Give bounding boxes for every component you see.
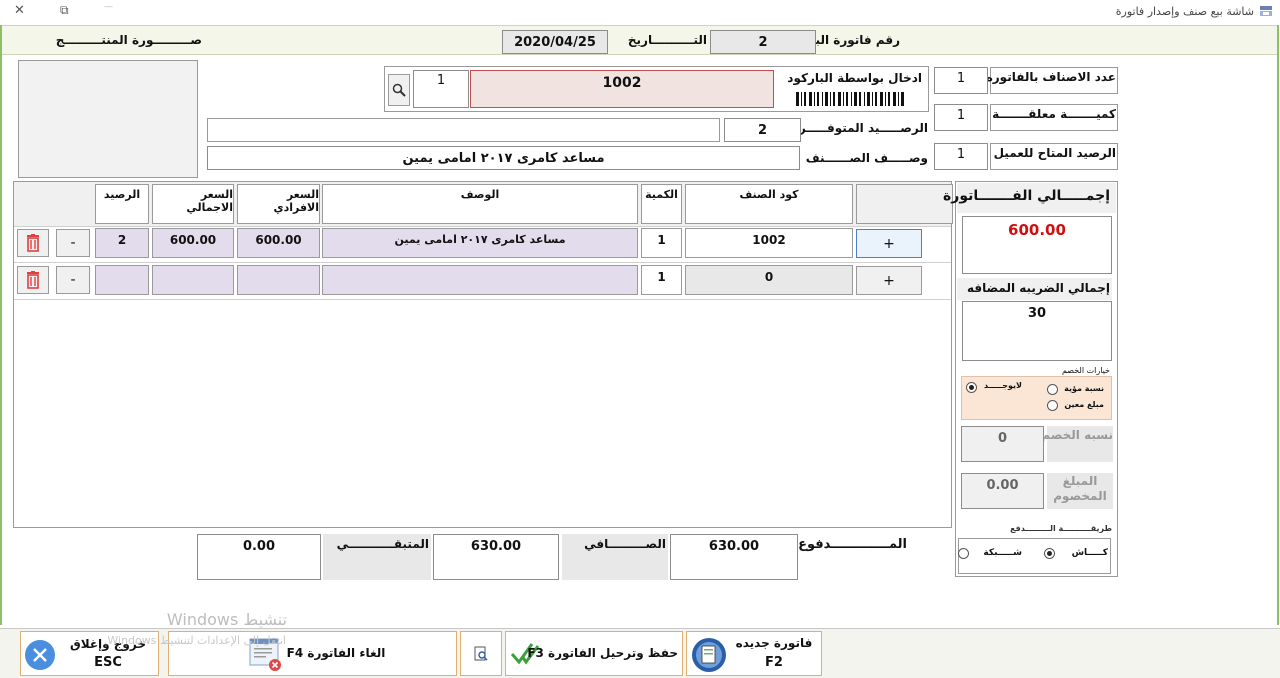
restore-window-button[interactable]: ⧉ <box>60 3 69 18</box>
extra-info-field <box>207 118 720 142</box>
available-balance-label: الرصـــــيد المتوفـــــر <box>798 121 928 135</box>
activation-watermark-subtitle: انتقل إلى الإعدادات لتنشيط Windows. <box>103 634 286 647</box>
items-count-field: 1 <box>934 67 988 94</box>
discount-none-radio[interactable] <box>966 382 977 393</box>
payment-network-radio[interactable] <box>958 548 969 559</box>
product-image-label: صـــــــــورة المنتـــــــــج <box>55 33 202 47</box>
close-icon <box>25 640 55 670</box>
grid-row-code[interactable]: 0 <box>685 265 853 295</box>
payment-method-label: طريقــــــــــة الـــــــــدفع <box>1010 524 1112 533</box>
tax-total-label: إجمالي الضريبه المضافه <box>966 281 1110 295</box>
minimize-window-button[interactable]: — <box>104 2 113 12</box>
discount-rate-label: نسبه الخصم <box>1041 428 1113 442</box>
grid-row-balance <box>95 265 149 295</box>
grid-row-total-price <box>152 265 234 295</box>
search-button[interactable] <box>388 74 410 106</box>
new-invoice-key: F2 <box>765 655 783 670</box>
grid-row-qty[interactable]: 1 <box>641 265 682 295</box>
window-title: شاشة بيع صنف وإصدار فاتورة <box>1115 5 1254 18</box>
product-image-box <box>18 60 198 178</box>
discount-percent-label: نسبة مؤية <box>1064 384 1104 393</box>
grid-row-add-button[interactable]: + <box>856 266 922 295</box>
discount-amount-label: مبلغ معين <box>1064 400 1104 409</box>
entry-quantity-input[interactable]: 1 <box>413 70 469 108</box>
discount-rate-field[interactable]: 0 <box>961 426 1044 462</box>
search-icon <box>392 83 406 97</box>
cancel-invoice-label: الغاء الفاتورة F4 <box>286 646 386 660</box>
title-bar <box>0 0 1280 25</box>
item-description-field: مساعد كامرى ٢٠١٧ امامى يمين <box>207 146 800 170</box>
pending-qty-field: 1 <box>934 104 988 131</box>
payment-cash-label: كـــــاش <box>1071 548 1108 558</box>
grid-row-separator <box>14 226 951 227</box>
pending-qty-label: كميـــــــة معلقـــــــة <box>992 107 1116 121</box>
exit-key: ESC <box>94 655 122 670</box>
left-border-bar <box>0 25 2 625</box>
barcode-icon <box>796 92 904 106</box>
invoice-total-field: 600.00 <box>962 216 1112 274</box>
barcode-label: ادخال بواسطة الباركود <box>787 71 922 85</box>
save-invoice-label: حفظ وترحيل الفاتورة F3 <box>527 646 678 660</box>
grid-row-add-button[interactable]: + <box>856 229 922 258</box>
available-balance-field: 2 <box>724 118 801 142</box>
close-window-button[interactable]: ✕ <box>14 3 25 18</box>
grid-row-balance: 2 <box>95 228 149 258</box>
discount-value-field[interactable]: 0.00 <box>961 473 1044 509</box>
grid-header-desc: الوصف <box>322 184 638 224</box>
grid-row-unit-price: 600.00 <box>237 228 320 258</box>
grid-header-total-price: السعر الاجمالي <box>152 184 234 224</box>
customer-balance-field: 1 <box>934 143 988 170</box>
discount-value-label: المبلغ المخصوم <box>1053 474 1107 503</box>
invoice-number-field: 2 <box>710 30 816 54</box>
discount-percent-radio[interactable] <box>1047 384 1058 395</box>
invoice-number-label: رقم فاتورة البيع <box>802 33 900 47</box>
customer-balance-label: الرصيد المتاح للعميل <box>993 146 1116 160</box>
payment-cash-radio[interactable] <box>1044 548 1055 559</box>
grid-row-delete-button[interactable] <box>17 266 49 294</box>
item-description-label: وصـــــف الصــــــنف <box>805 151 928 165</box>
grid-row-unit-price <box>237 265 320 295</box>
app-icon <box>1260 6 1272 16</box>
grid-row-delete-button[interactable] <box>17 229 49 257</box>
paid-label: المـــــــــــــدفوع <box>798 537 907 552</box>
net-label: الصـــــــــافي <box>584 537 666 551</box>
discount-amount-radio[interactable] <box>1047 400 1058 411</box>
grid-row-code[interactable]: 1002 <box>685 228 853 258</box>
new-invoice-icon <box>692 638 726 672</box>
net-field: 630.00 <box>433 534 559 580</box>
date-label: التــــــــــاريخ <box>627 33 707 47</box>
grid-header-actions <box>856 184 953 224</box>
new-invoice-label: فاتورة جديده <box>735 636 813 650</box>
grid-row-remove-button[interactable]: - <box>56 266 90 294</box>
print-preview-icon <box>474 646 488 661</box>
grid-row-desc: مساعد كامرى ٢٠١٧ امامى يمين <box>322 228 638 258</box>
grid-row-total-price: 600.00 <box>152 228 234 258</box>
grid-row-separator <box>14 299 951 300</box>
grid-row-separator <box>14 262 951 263</box>
invoice-total-label: إجمـــــالي الفـــــــاتورة <box>943 188 1110 204</box>
discount-none-label: لايوجـــــد <box>983 381 1022 390</box>
items-count-label: عدد الاصناف بالفاتوره <box>985 70 1116 84</box>
activation-watermark-title: تنشيط Windows <box>166 610 287 629</box>
tax-total-field: 30 <box>962 301 1112 361</box>
grid-header-unit-price: السعر الافرادي <box>237 184 320 224</box>
date-field[interactable]: 2020/04/25 <box>502 30 608 54</box>
trash-icon <box>27 271 39 289</box>
remaining-field: 0.00 <box>197 534 321 580</box>
grid-header-qty: الكمية <box>641 184 682 224</box>
payment-network-label: شـــــبكة <box>983 548 1022 558</box>
grid-row-desc <box>322 265 638 295</box>
discount-options-label: خيارات الخصم <box>1061 366 1110 375</box>
paid-field[interactable]: 630.00 <box>670 534 798 580</box>
grid-row-qty[interactable]: 1 <box>641 228 682 258</box>
grid-row-remove-button[interactable]: - <box>56 229 90 257</box>
grid-header-code: كود الصنف <box>685 184 853 224</box>
grid-header-balance: الرصيد <box>95 184 149 224</box>
trash-icon <box>27 234 39 252</box>
barcode-input[interactable]: 1002 <box>470 70 774 108</box>
remaining-label: المتبقـــــــــــي <box>336 537 429 551</box>
right-border-bar <box>1277 25 1279 625</box>
